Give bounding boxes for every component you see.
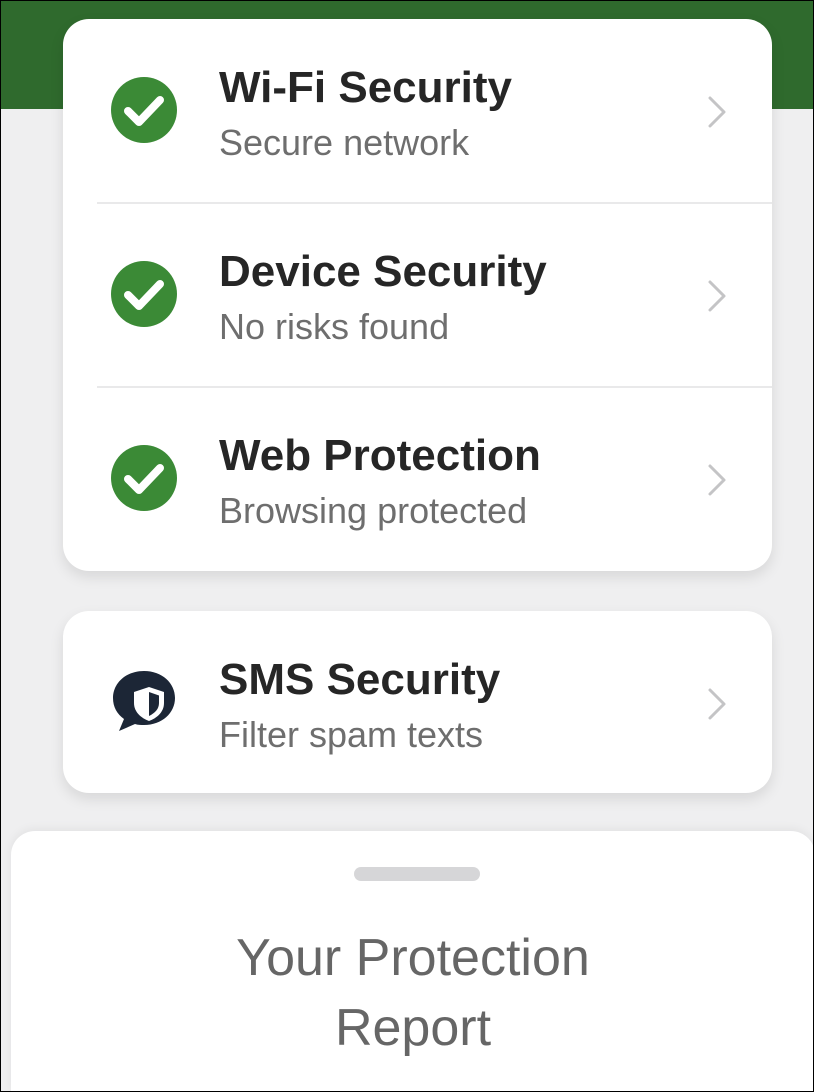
device-security-row[interactable]: Device Security No risks found [63, 203, 772, 387]
report-title: Your Protection Report [236, 929, 590, 1057]
web-protection-status: Browsing protected [219, 490, 528, 531]
device-security-title: Device Security [219, 247, 547, 296]
sheet-title: Your Protection Report [11, 923, 813, 1063]
web-protection-title: Web Protection [219, 431, 541, 480]
wifi-security-title: Wi-Fi Security [219, 63, 512, 112]
wifi-security-status: Secure network [219, 122, 470, 163]
app-screen: Wi-Fi Security Secure network Device Sec… [0, 0, 814, 1092]
device-security-status: No risks found [219, 306, 450, 347]
wifi-security-row[interactable]: Wi-Fi Security Secure network [63, 19, 772, 203]
sms-security-card: SMS Security Filter spam texts [63, 611, 772, 793]
chevron-right-icon [708, 688, 726, 720]
sms-security-title: SMS Security [219, 655, 501, 704]
web-protection-row[interactable]: Web Protection Browsing protected [63, 387, 772, 571]
protection-report-sheet[interactable]: Your Protection Report [11, 831, 813, 1091]
chevron-right-icon [708, 464, 726, 496]
sms-security-status: Filter spam texts [219, 714, 484, 755]
check-circle-icon [111, 261, 177, 327]
chevron-right-icon [708, 96, 726, 128]
sheet-drag-handle[interactable] [354, 867, 480, 881]
check-circle-icon [111, 77, 177, 143]
chat-shield-icon [113, 671, 175, 731]
check-circle-icon [111, 445, 177, 511]
chevron-right-icon [708, 280, 726, 312]
sms-security-row[interactable]: SMS Security Filter spam texts [63, 611, 772, 793]
security-status-card: Wi-Fi Security Secure network Device Sec… [63, 19, 772, 571]
